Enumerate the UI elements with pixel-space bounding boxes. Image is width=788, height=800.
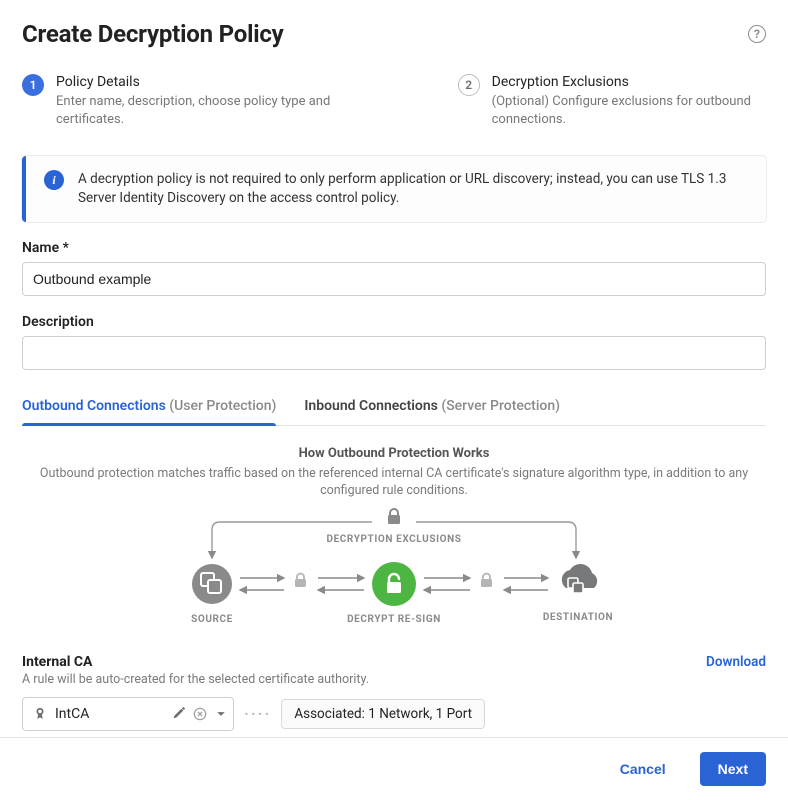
step-2-badge: 2	[458, 74, 480, 96]
diagram-title: How Outbound Protection Works	[22, 446, 766, 461]
clear-icon[interactable]	[193, 707, 207, 721]
tab-inbound[interactable]: Inbound Connections (Server Protection)	[304, 388, 560, 425]
info-icon: i	[44, 170, 64, 190]
step-policy-details: 1 Policy Details Enter name, description…	[22, 74, 338, 128]
info-banner: i A decryption policy is not required to…	[22, 156, 766, 222]
diagram-decrypt-label: DECRYPT RE-SIGN	[347, 614, 441, 625]
step-1-desc: Enter name, description, choose policy t…	[56, 93, 338, 128]
help-icon[interactable]: ?	[748, 25, 766, 43]
dialog-footer: Cancel Next	[0, 737, 788, 800]
internal-ca-desc: A rule will be auto-created for the sele…	[22, 672, 369, 687]
wizard-steps: 1 Policy Details Enter name, description…	[22, 74, 766, 128]
step-2-title: Decryption Exclusions	[492, 74, 766, 90]
protection-diagram: DECRYPTION EXCLUSIONS SOURCE DECRYPT RE-…	[22, 506, 766, 636]
page-title: Create Decryption Policy	[22, 20, 284, 48]
info-text: A decryption policy is not required to o…	[78, 170, 748, 208]
tab-outbound[interactable]: Outbound Connections (User Protection)	[22, 388, 276, 425]
edit-icon[interactable]	[172, 707, 185, 720]
connector-dots: ····	[244, 704, 271, 723]
diagram-source-label: SOURCE	[191, 614, 233, 625]
next-button[interactable]: Next	[700, 752, 766, 786]
associated-chip[interactable]: Associated: 1 Network, 1 Port	[281, 699, 485, 729]
name-field[interactable]	[22, 262, 766, 296]
name-label: Name *	[22, 240, 766, 256]
description-label: Description	[22, 314, 766, 330]
internal-ca-title: Internal CA	[22, 654, 369, 670]
step-1-title: Policy Details	[56, 74, 338, 90]
chevron-down-icon[interactable]	[215, 708, 227, 720]
download-link[interactable]: Download	[706, 654, 766, 670]
cancel-button[interactable]: Cancel	[602, 752, 684, 786]
internal-ca-select[interactable]: IntCA	[22, 697, 234, 731]
description-field[interactable]	[22, 336, 766, 370]
tab-outbound-sub: (User Protection)	[169, 398, 276, 414]
internal-ca-value: IntCA	[55, 706, 164, 722]
step-decryption-exclusions: 2 Decryption Exclusions (Optional) Confi…	[458, 74, 766, 128]
diagram-exclusions-label: DECRYPTION EXCLUSIONS	[326, 534, 461, 545]
diagram-description: Outbound protection matches traffic base…	[22, 465, 766, 500]
tab-inbound-sub: (Server Protection)	[441, 398, 560, 414]
step-1-badge: 1	[22, 74, 44, 96]
certificate-icon	[33, 707, 47, 721]
connection-tabs: Outbound Connections (User Protection) I…	[22, 388, 766, 426]
step-2-desc: (Optional) Configure exclusions for outb…	[492, 93, 766, 128]
tab-outbound-main: Outbound Connections	[22, 398, 169, 414]
tab-inbound-main: Inbound Connections	[304, 398, 441, 414]
diagram-destination-label: DESTINATION	[543, 612, 613, 623]
